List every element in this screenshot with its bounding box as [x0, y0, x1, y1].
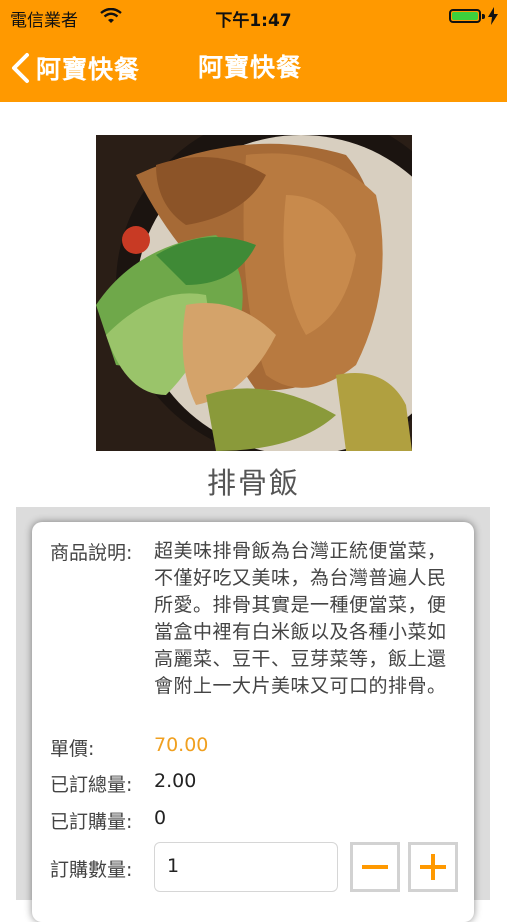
- back-button-label: 阿寶快餐: [36, 55, 141, 84]
- bolt-icon: [488, 7, 498, 25]
- minus-icon: [362, 865, 388, 869]
- product-description: 超美味排骨飯為台灣正統便當菜，不僅好吃又美味，為台灣普遍人民所愛。排骨其實是一種…: [154, 540, 447, 697]
- product-detail-card: 商品說明: 超美味排骨飯為台灣正統便當菜，不僅好吃又美味，為台灣普遍人民所愛。排…: [32, 522, 474, 922]
- back-button[interactable]: 阿寶快餐: [10, 34, 140, 102]
- navigation-bar: 阿寶快餐 阿寶快餐: [0, 34, 507, 102]
- ordered-value: 0: [154, 807, 167, 829]
- decrease-quantity-button[interactable]: [350, 842, 400, 892]
- increase-quantity-button[interactable]: [408, 842, 458, 892]
- status-time: 下午1:47: [215, 11, 292, 31]
- chevron-left-icon: [12, 53, 29, 83]
- product-image: [96, 135, 412, 451]
- product-name: 排骨飯: [206, 466, 300, 500]
- status-bar: 電信業者 下午1:47: [0, 0, 507, 34]
- total-ordered-label: 已訂總量:: [50, 774, 133, 796]
- price-value: 70.00: [154, 734, 209, 756]
- price-label: 單價:: [50, 738, 95, 760]
- quantity-label: 訂購數量:: [50, 859, 133, 881]
- ordered-label: 已訂購量:: [50, 811, 133, 833]
- description-label: 商品說明:: [50, 542, 133, 564]
- battery-icon: [449, 9, 485, 23]
- total-ordered-value: 2.00: [154, 770, 197, 792]
- page-title: 阿寶快餐: [198, 53, 303, 82]
- quantity-input[interactable]: 1: [154, 842, 338, 892]
